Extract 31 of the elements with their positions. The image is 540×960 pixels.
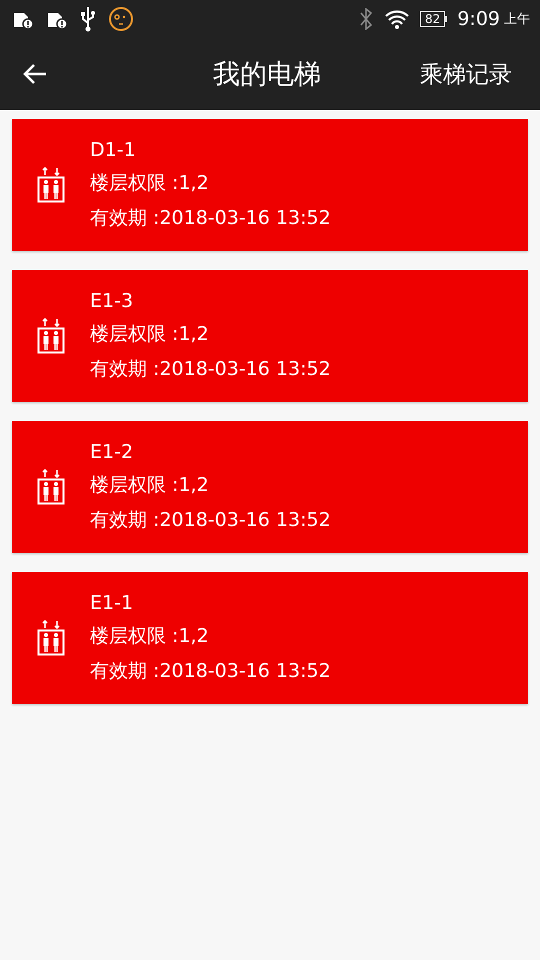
elevator-icon	[37, 469, 65, 505]
elevator-card[interactable]: E1-2 楼层权限 :1,2 有效期 :2018-03-16 13:52	[12, 421, 528, 553]
elevator-name: D1-1	[90, 139, 137, 161]
back-arrow-icon	[22, 62, 48, 86]
validity-date: 有效期 :2018-03-16 13:52	[90, 206, 331, 231]
wifi-icon	[384, 8, 410, 30]
floor-permission: 楼层权限 :1,2	[90, 322, 210, 347]
elevator-icon	[37, 620, 65, 656]
elevator-name: E1-3	[90, 290, 134, 312]
clock-period: 上午	[504, 11, 530, 28]
floor-permission: 楼层权限 :1,2	[90, 171, 210, 196]
elevator-icon	[37, 318, 65, 354]
elevator-icon	[37, 167, 65, 203]
battery-level: 82	[420, 11, 446, 27]
validity-date: 有效期 :2018-03-16 13:52	[90, 357, 331, 382]
floor-permission: 楼层权限 :1,2	[90, 624, 210, 649]
elevator-name: E1-1	[90, 592, 134, 614]
elevator-card[interactable]: E1-3 楼层权限 :1,2 有效期 :2018-03-16 13:52	[12, 270, 528, 402]
page-title: 我的电梯	[213, 58, 321, 92]
elevator-name: E1-2	[90, 441, 134, 463]
clock-time: 9:09	[457, 8, 500, 30]
validity-date: 有效期 :2018-03-16 13:52	[90, 659, 331, 684]
face-icon	[108, 6, 134, 32]
elevator-card[interactable]: E1-1 楼层权限 :1,2 有效期 :2018-03-16 13:52	[12, 572, 528, 704]
usb-icon	[80, 6, 96, 32]
validity-date: 有效期 :2018-03-16 13:52	[90, 508, 331, 533]
ride-history-button[interactable]: 乘梯记录	[420, 58, 512, 90]
back-button[interactable]	[22, 62, 48, 86]
floor-permission: 楼层权限 :1,2	[90, 473, 210, 498]
elevator-card[interactable]: D1-1 楼层权限 :1,2 有效期 :2018-03-16 13:52	[12, 119, 528, 251]
bluetooth-icon	[358, 8, 374, 30]
